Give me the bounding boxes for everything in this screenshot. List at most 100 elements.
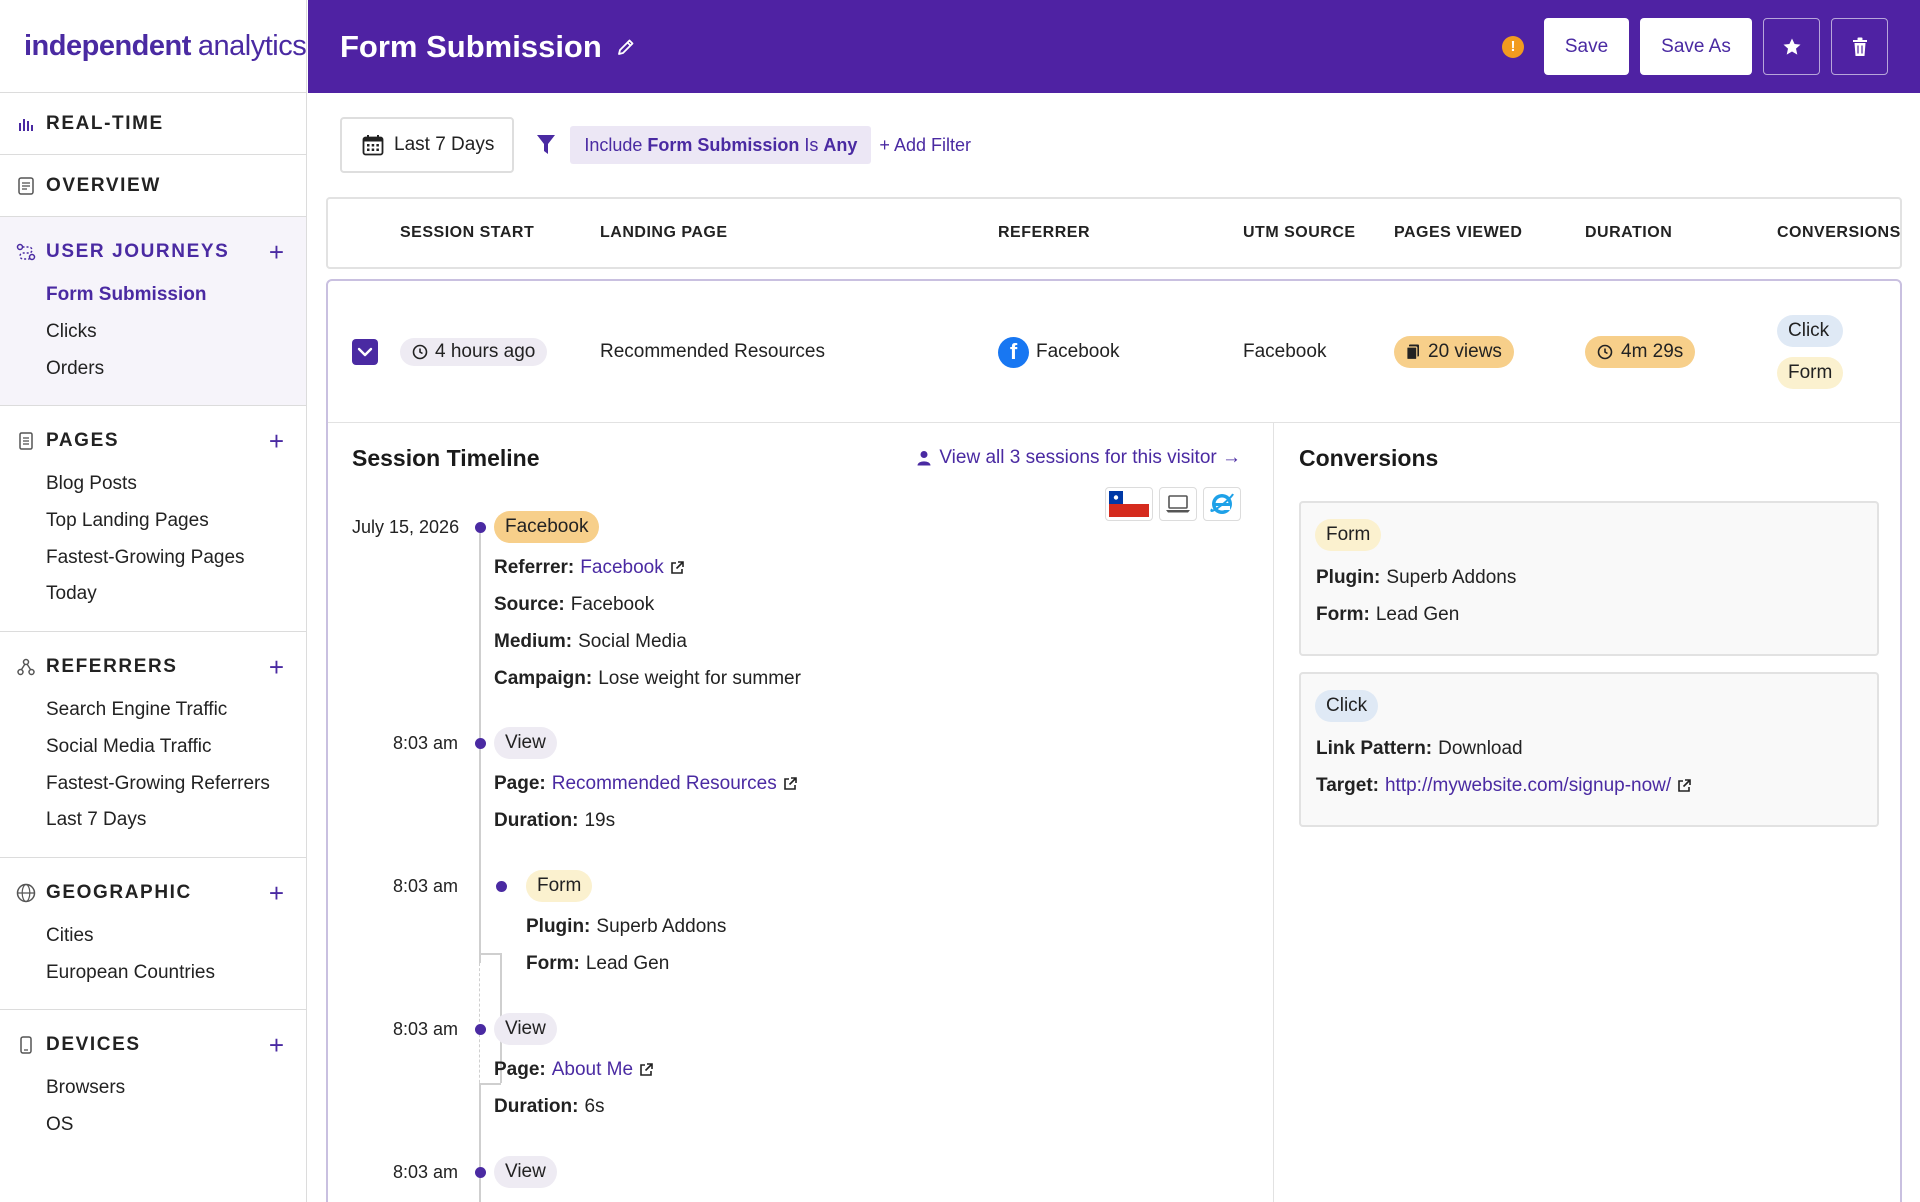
nav-realtime-label: REAL-TIME [46,112,164,134]
timeline-referrer-field: Referrer: Facebook [494,557,684,579]
sidebar-item-today[interactable]: Today [0,576,306,613]
field-value: Lose weight for summer [598,668,801,689]
sidebar-item-search-engine-traffic[interactable]: Search Engine Traffic [0,692,306,729]
field-value: Lead Gen [1375,604,1460,625]
field-label: Plugin: [526,916,591,937]
nav-group-head[interactable]: DEVICES + [0,1020,306,1070]
table-row[interactable]: 4 hours ago Recommended Resources f Face… [328,281,1900,423]
session-timeline-title: Session Timeline [352,445,540,471]
pencil-icon[interactable] [616,37,636,57]
add-report-icon[interactable]: + [269,239,284,265]
column-duration[interactable]: DURATION [1585,199,1672,267]
sidebar-item-european-countries[interactable]: European Countries [0,954,306,991]
target-link[interactable]: http://mywebsite.com/signup-now/ [1385,775,1671,797]
sidebar-item-blog-posts[interactable]: Blog Posts [0,466,306,503]
utm-source-cell: Facebook [1243,341,1327,362]
sidebar-item-social-media-traffic[interactable]: Social Media Traffic [0,729,306,766]
save-as-button[interactable]: Save As [1640,18,1752,75]
pages-icon [1406,344,1419,360]
sidebar: independent analytics REAL-TIME OVERVIEW… [0,0,307,1202]
collapse-toggle[interactable] [352,339,378,365]
add-filter-link[interactable]: + Add Filter [879,135,971,156]
field-label: Form: [526,953,580,974]
timeline-time: 8:03 am [393,1162,459,1182]
timeline-time: 8:03 am [393,876,459,896]
timeline-form-field: Form: Lead Gen [526,953,669,975]
report-header: Form Submission ! Save Save As [308,0,1920,93]
field-value: 6s [584,1096,605,1117]
column-session-start[interactable]: SESSION START [400,199,534,267]
logo-word-independent: independent [24,29,191,62]
sidebar-item-cities[interactable]: Cities [0,918,306,955]
nav-group-title: GEOGRAPHIC [46,881,192,903]
column-landing-page[interactable]: LANDING PAGE [600,199,727,267]
conversion-card-click: Click Link Pattern: Download Target: htt… [1299,672,1879,827]
add-report-icon[interactable]: + [269,880,284,906]
duration-value: 4m 29s [1621,341,1684,362]
column-referrer[interactable]: REFERRER [998,199,1090,267]
page-link[interactable]: About Me [552,1059,633,1081]
field-label: Page: [494,773,546,794]
session-start-pill: 4 hours ago [400,338,548,366]
duration-pill: 4m 29s [1585,336,1696,368]
nav-group-head[interactable]: PAGES + [0,416,306,466]
view-visitor-sessions-link[interactable]: View all 3 sessions for this visitor → [917,447,1241,469]
sidebar-item-form-submission[interactable]: Form Submission [0,277,306,314]
timeline-view-tag: View [494,1156,557,1188]
referrer-link[interactable]: Facebook [580,557,663,579]
field-value: Social Media [578,631,687,652]
nav-group-title: PAGES [46,430,120,452]
conversion-form-field: Form: Lead Gen [1316,604,1459,626]
column-pages-viewed[interactable]: PAGES VIEWED [1394,199,1522,267]
phone-icon [16,1035,36,1055]
timeline-view-tag: View [494,727,557,759]
conversions-cell: Click Form [1777,281,1844,423]
sidebar-item-browsers[interactable]: Browsers [0,1070,306,1107]
nav-group-title: USER JOURNEYS [46,241,230,262]
external-link-icon[interactable] [1677,779,1691,793]
field-value: Lead Gen [585,953,670,974]
sidebar-item-clicks[interactable]: Clicks [0,314,306,351]
date-range-button[interactable]: Last 7 Days [340,117,515,173]
pages-viewed-cell: 20 views [1394,281,1514,423]
view-visitor-sessions-label: View all 3 sessions for this visitor → [939,447,1241,468]
logo-word-analytics: analytics [197,29,307,62]
timeline-dot [475,1167,486,1178]
timeline-line [479,1083,481,1202]
sidebar-item-top-landing-pages[interactable]: Top Landing Pages [0,503,306,540]
column-conversions[interactable]: CONVERSIONS [1777,199,1901,267]
brand-logo[interactable]: independent analytics [0,0,306,93]
save-button[interactable]: Save [1544,18,1629,75]
sidebar-item-fastest-growing-pages[interactable]: Fastest-Growing Pages [0,539,306,576]
sidebar-item-os[interactable]: OS [0,1107,306,1144]
nav-group-head[interactable]: REFERRERS + [0,642,306,692]
filter-funnel-icon[interactable] [536,134,556,156]
landing-page-cell: Recommended Resources [600,341,825,362]
add-report-icon[interactable]: + [269,654,284,680]
favorite-button[interactable] [1763,18,1820,75]
nav-realtime[interactable]: REAL-TIME [0,93,306,155]
nav-overview[interactable]: OVERVIEW [0,155,306,217]
user-icon [917,451,931,466]
field-value: Superb Addons [1386,567,1517,588]
external-link-icon[interactable] [639,1063,653,1077]
warning-icon[interactable]: ! [1502,35,1524,58]
field-value: Superb Addons [596,916,727,937]
external-link-icon[interactable] [670,561,684,575]
nav-group-head[interactable]: GEOGRAPHIC + [0,868,306,918]
session-start-value: 4 hours ago [435,341,536,362]
field-label: Medium: [494,631,573,652]
page-title: Form Submission [340,28,602,64]
sidebar-item-orders[interactable]: Orders [0,350,306,387]
nav-group-head[interactable]: USER JOURNEYS + [0,227,306,277]
external-link-icon[interactable] [783,777,797,791]
page-link[interactable]: Recommended Resources [552,773,777,795]
timeline-duration-field: Duration: 6s [494,1096,605,1118]
add-report-icon[interactable]: + [269,428,284,454]
filter-chip[interactable]: Include Form Submission Is Any [570,126,872,164]
delete-button[interactable] [1831,18,1888,75]
add-report-icon[interactable]: + [269,1032,284,1058]
column-utm-source[interactable]: UTM SOURCE [1243,199,1356,267]
sidebar-item-last-7-days[interactable]: Last 7 Days [0,802,306,839]
sidebar-item-fastest-growing-referrers[interactable]: Fastest-Growing Referrers [0,765,306,802]
